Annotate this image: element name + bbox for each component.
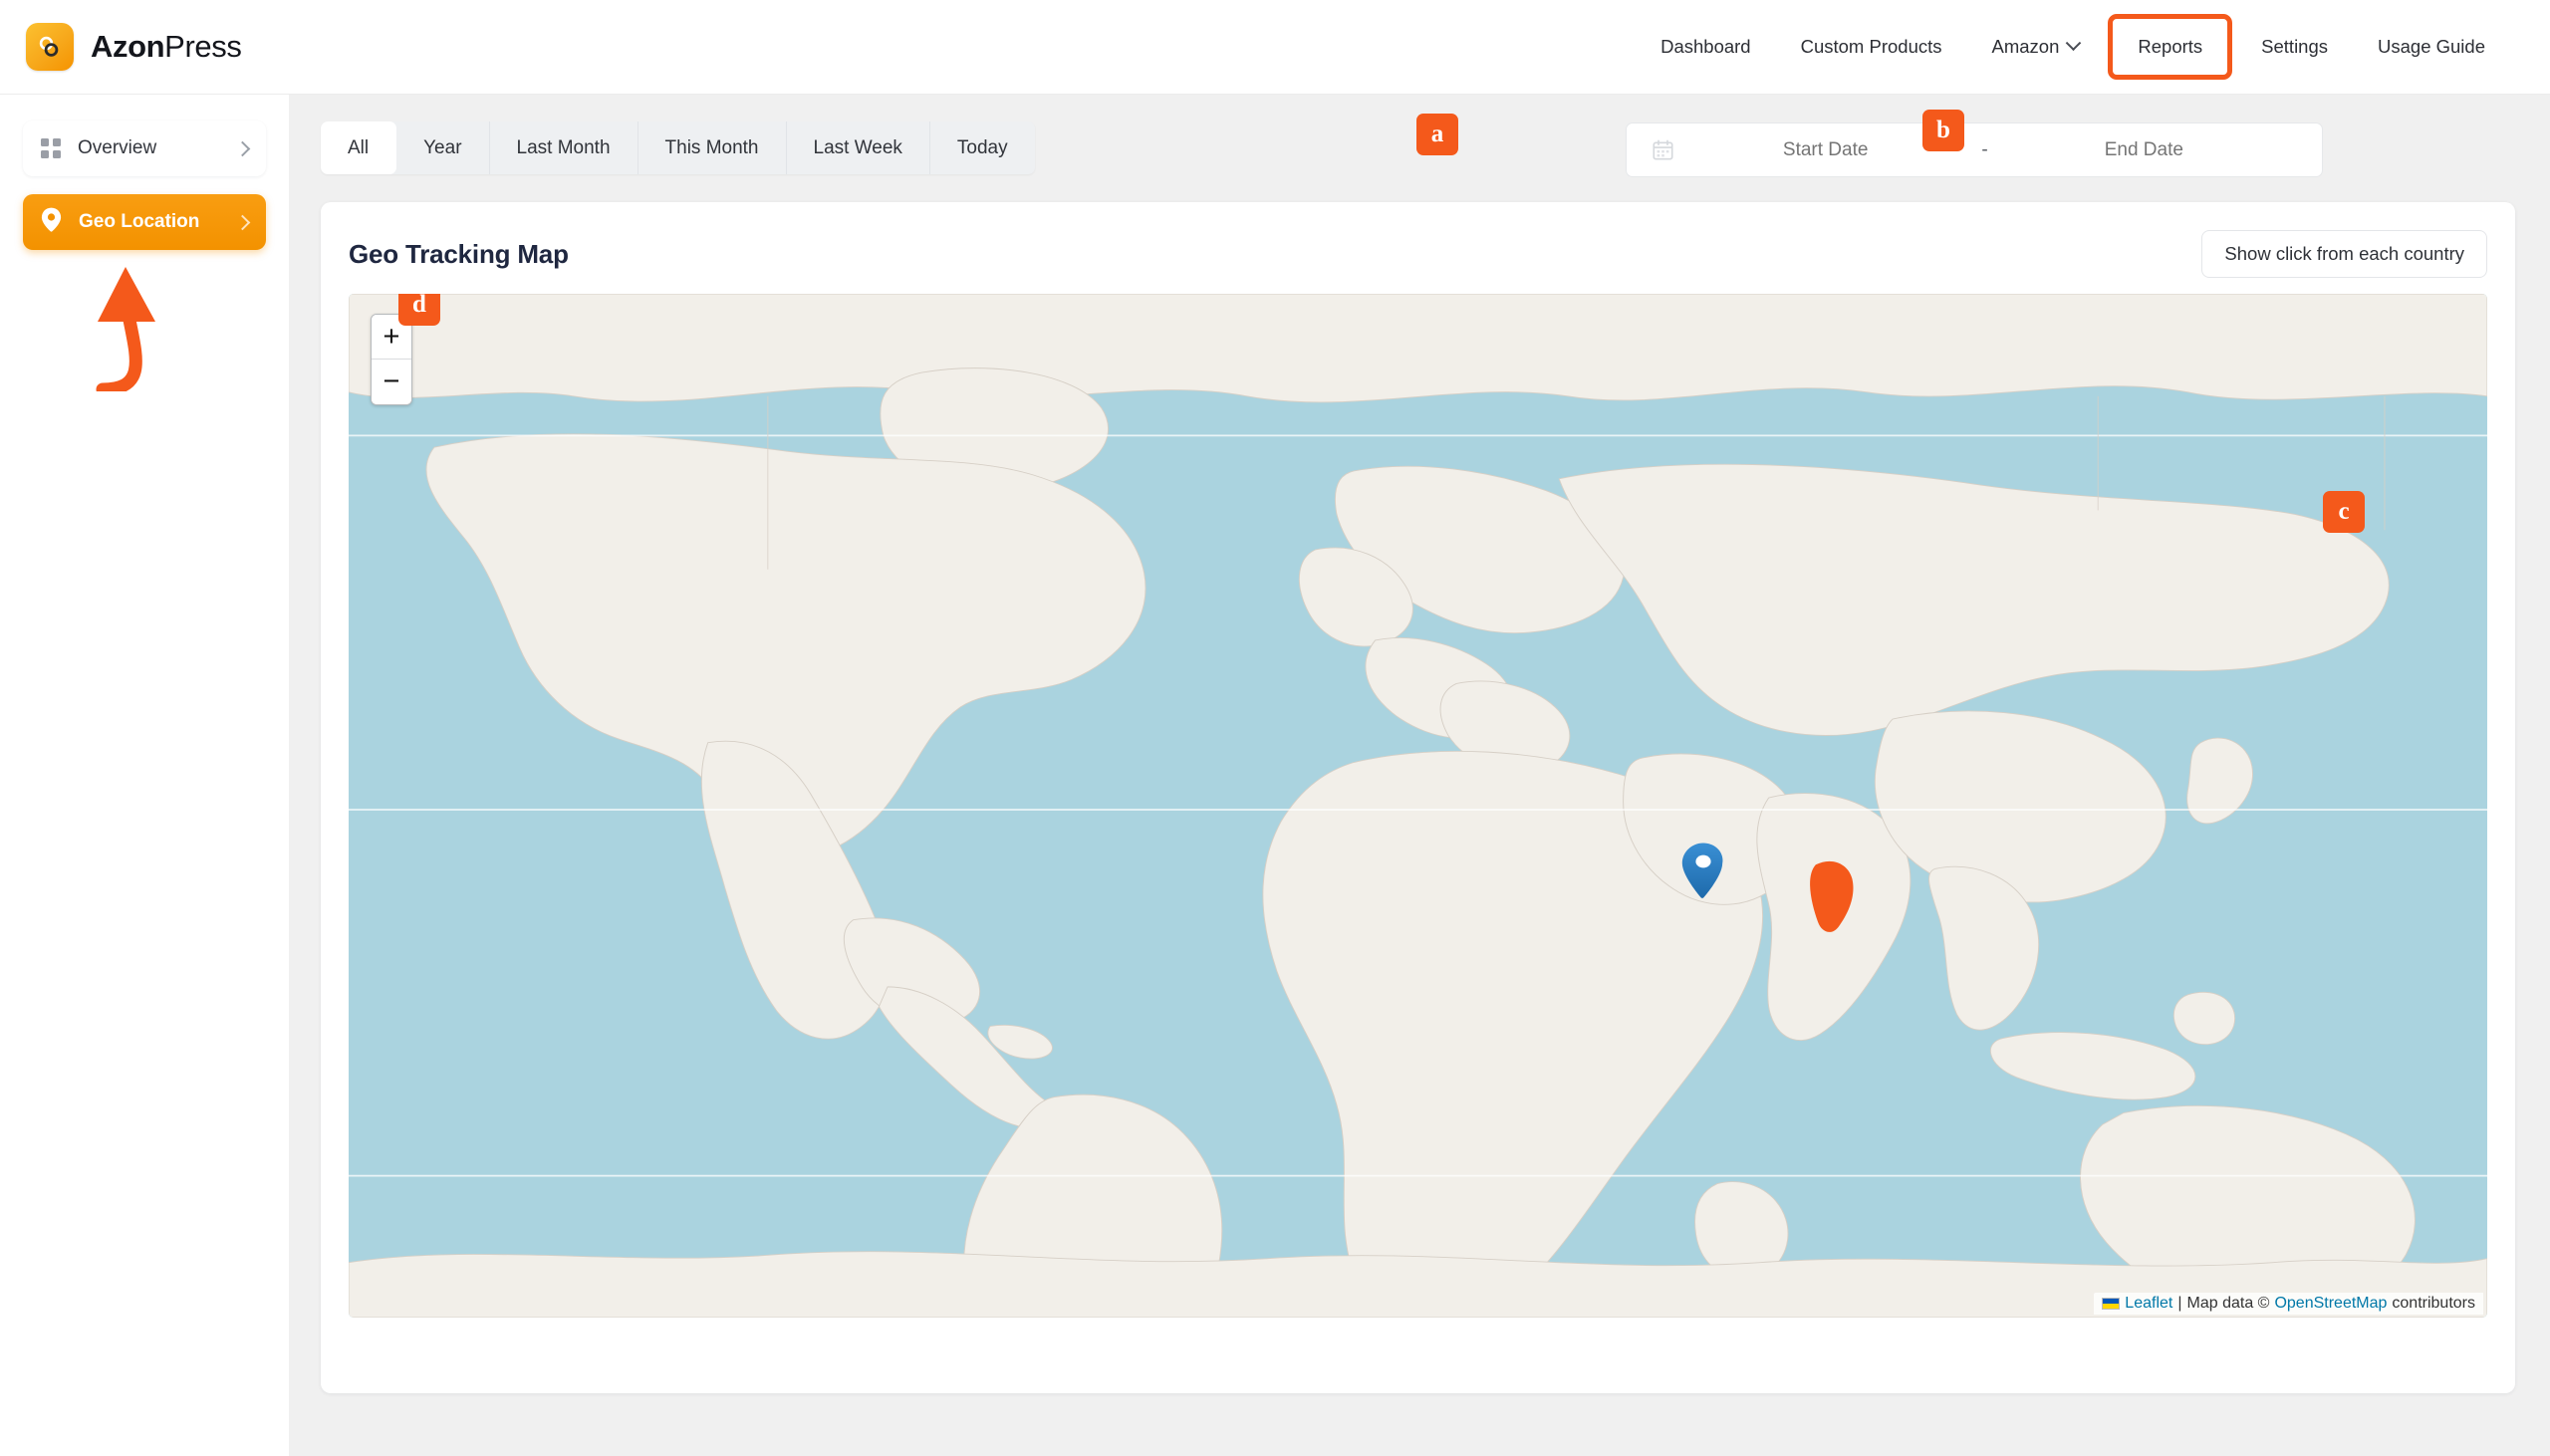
page-title: Geo Tracking Map — [349, 239, 569, 270]
page-body: Overview Geo Location All Ye — [0, 95, 2550, 1456]
annotation-badge-c: c — [2323, 491, 2365, 533]
attrib-mapdata: Map data © — [2187, 1295, 2270, 1313]
nav-label: Reports — [2138, 36, 2202, 58]
tab-year[interactable]: Year — [396, 121, 489, 174]
attrib-contributors: contributors — [2392, 1295, 2475, 1313]
sidebar-item-geo-location[interactable]: Geo Location — [23, 194, 266, 250]
nav-item-settings[interactable]: Settings — [2236, 26, 2353, 68]
leaflet-link[interactable]: Leaflet — [2125, 1295, 2172, 1313]
ukraine-flag-icon — [2102, 1298, 2120, 1310]
sidebar-item-label: Geo Location — [79, 211, 220, 233]
tab-label: Today — [957, 137, 1008, 159]
attrib-divider: | — [2177, 1295, 2181, 1313]
sidebar-item-label: Overview — [78, 137, 220, 159]
show-click-per-country-button[interactable]: Show click from each country — [2201, 230, 2487, 278]
brand-title-regular: Press — [164, 29, 241, 64]
chevron-right-icon — [235, 140, 251, 156]
tab-last-month[interactable]: Last Month — [490, 121, 638, 174]
tab-today[interactable]: Today — [930, 121, 1035, 174]
annotation-badge-d: d — [398, 294, 440, 326]
annotation-badge-a: a — [1416, 114, 1458, 155]
tab-last-week[interactable]: Last Week — [787, 121, 930, 174]
calendar-icon — [1653, 139, 1673, 160]
tab-label: This Month — [665, 137, 759, 159]
nav-label: Settings — [2261, 36, 2328, 58]
map-marker-icon[interactable] — [1680, 842, 1726, 904]
world-map-tiles — [349, 294, 2487, 1318]
brand-title-bold: Azon — [91, 29, 164, 64]
chevron-right-icon — [235, 214, 251, 230]
nav-label: Custom Products — [1801, 36, 1942, 58]
period-tabs: All Year Last Month This Month Last Week… — [321, 121, 1035, 174]
nav-item-usage-guide[interactable]: Usage Guide — [2353, 26, 2510, 68]
nav-label: Dashboard — [1660, 36, 1751, 58]
tab-label: Year — [423, 137, 461, 159]
tab-this-month[interactable]: This Month — [638, 121, 787, 174]
brand-logo[interactable]: AzonPress — [26, 23, 241, 71]
nav-item-reports[interactable]: Reports — [2112, 18, 2228, 76]
nav-item-dashboard[interactable]: Dashboard — [1636, 26, 1776, 68]
map-attribution: Leaflet | Map data © OpenStreetMap contr… — [2094, 1293, 2483, 1315]
app-header: AzonPress Dashboard Custom Products Amaz… — [0, 0, 2550, 95]
leaflet-map[interactable]: + − — [349, 294, 2487, 1318]
azonpress-logo-icon — [26, 23, 74, 71]
brand-title: AzonPress — [91, 29, 241, 65]
openstreetmap-link[interactable]: OpenStreetMap — [2274, 1295, 2387, 1313]
tab-label: All — [348, 137, 369, 159]
curved-arrow-up-icon — [68, 262, 177, 396]
date-range-picker[interactable]: - — [1626, 122, 2323, 177]
sidebar: Overview Geo Location — [0, 95, 289, 1456]
nav-label: Usage Guide — [2378, 36, 2485, 58]
main-content: All Year Last Month This Month Last Week… — [289, 95, 2550, 1456]
map-zoom-controls[interactable]: + − — [371, 314, 412, 405]
tab-label: Last Week — [814, 137, 902, 159]
date-range-separator: - — [1977, 139, 1991, 161]
grid-icon — [41, 138, 61, 158]
tab-label: Last Month — [517, 137, 611, 159]
sidebar-item-overview[interactable]: Overview — [23, 121, 266, 176]
end-date-input[interactable] — [1992, 139, 2296, 161]
map-pin-icon — [41, 207, 62, 237]
nav-label: Amazon — [1992, 36, 2060, 58]
zoom-out-button[interactable]: − — [372, 360, 411, 404]
nav-item-amazon[interactable]: Amazon — [1967, 26, 2105, 68]
chevron-down-icon — [2066, 35, 2082, 51]
annotation-badge-b: b — [1922, 110, 1964, 151]
main-nav: Dashboard Custom Products Amazon Reports… — [1636, 18, 2510, 76]
tab-all[interactable]: All — [321, 121, 396, 174]
card-header: Geo Tracking Map Show click from each co… — [349, 228, 2487, 280]
geo-tracking-card: Geo Tracking Map Show click from each co… — [321, 202, 2515, 1393]
nav-item-custom-products[interactable]: Custom Products — [1776, 26, 1967, 68]
filter-toolbar: All Year Last Month This Month Last Week… — [321, 121, 2515, 174]
